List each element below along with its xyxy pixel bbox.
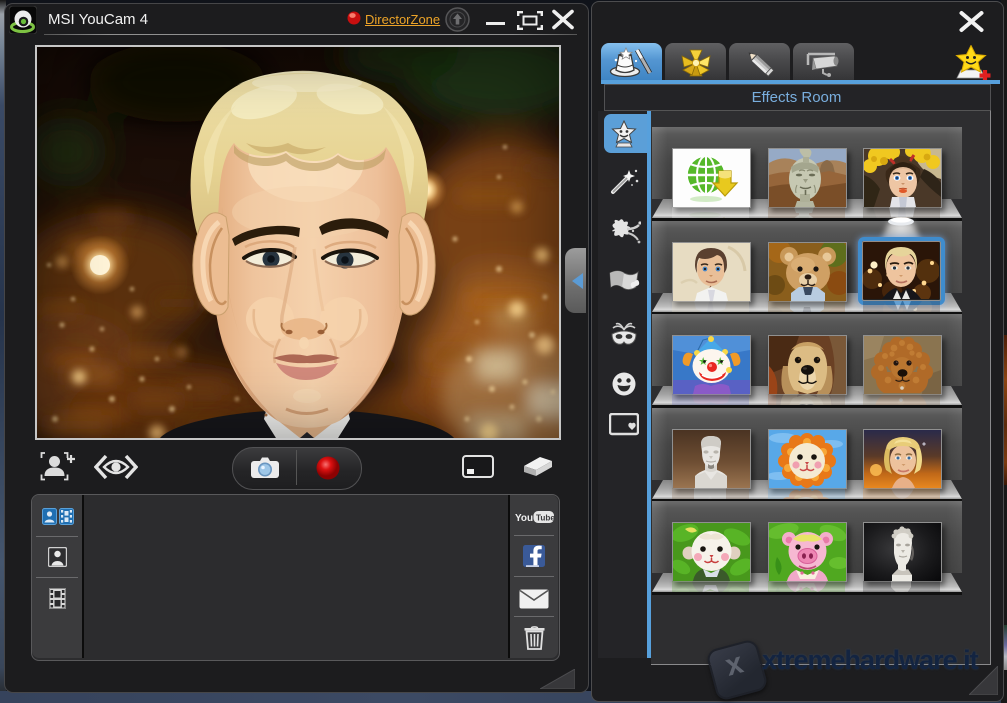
svg-text:You: You [515, 513, 533, 524]
svg-text:Tube: Tube [536, 514, 555, 523]
